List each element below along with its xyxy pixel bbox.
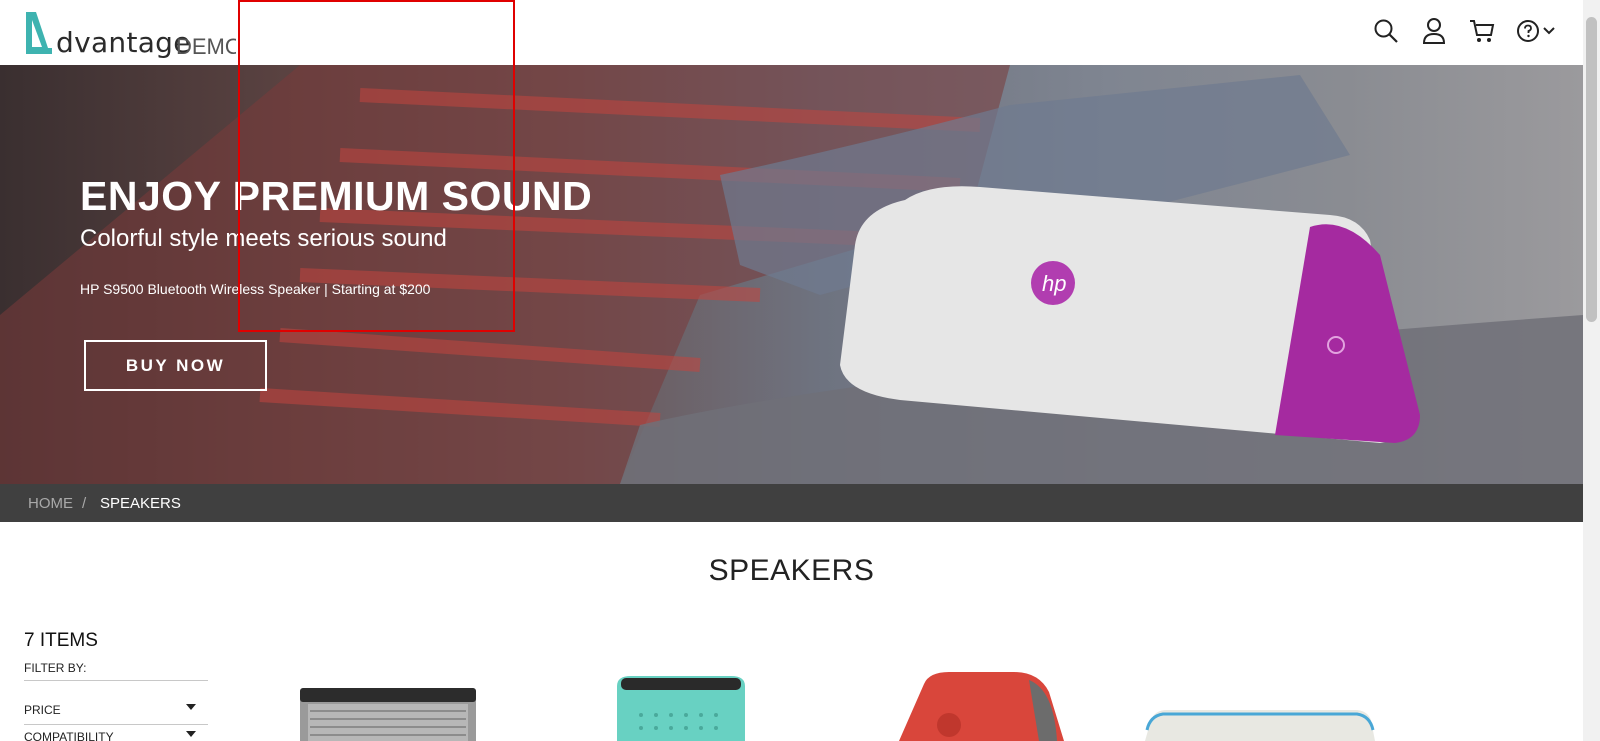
filter-price-label: PRICE	[24, 703, 61, 717]
bose-soundlink-color-speaker-image[interactable]	[611, 670, 751, 741]
logo-mark-icon	[26, 12, 52, 54]
hero-subtitle: Colorful style meets serious sound	[80, 225, 447, 252]
user-icon[interactable]	[1420, 16, 1448, 46]
page-title: SPEAKERS	[708, 554, 875, 587]
filter-price[interactable]: PRICE	[24, 701, 208, 725]
breadcrumb-home[interactable]: HOME	[28, 495, 73, 512]
chevron-down-icon[interactable]	[1543, 27, 1555, 35]
breadcrumb: HOME / SPEAKERS	[0, 484, 1583, 522]
vertical-scrollbar[interactable]	[1583, 0, 1600, 741]
filter-divider	[24, 680, 208, 681]
hero-banner: hp ENJOY PREMIUM SOUND Colorful style me…	[0, 65, 1583, 484]
filter-by-label: FILTER BY:	[24, 661, 87, 675]
breadcrumb-separator: /	[82, 495, 87, 512]
filter-compatibility-label: COMPATIBILITY	[24, 730, 114, 741]
caret-down-icon	[186, 731, 196, 737]
cart-icon[interactable]	[1468, 16, 1496, 46]
hero-title: ENJOY PREMIUM SOUND	[80, 173, 593, 219]
buy-now-button[interactable]: BUY NOW	[84, 340, 267, 391]
logo-text: dvantage	[56, 26, 191, 59]
header-icons	[1372, 16, 1555, 46]
hp-roar-red-speaker-image[interactable]	[879, 670, 1064, 741]
bose-soundlink-speaker-image[interactable]	[298, 670, 478, 741]
white-speaker-image[interactable]	[1145, 670, 1375, 741]
help-menu[interactable]	[1516, 19, 1555, 43]
hero-speaker-image: hp	[0, 65, 1583, 484]
search-icon[interactable]	[1372, 16, 1400, 46]
breadcrumb-current: SPEAKERS	[100, 495, 181, 512]
help-icon[interactable]	[1516, 19, 1540, 43]
caret-down-icon	[186, 704, 196, 710]
scrollbar-thumb[interactable]	[1586, 17, 1597, 322]
filter-compatibility[interactable]: COMPATIBILITY	[24, 728, 208, 741]
svg-text:hp: hp	[1042, 271, 1066, 296]
hero-description: HP S9500 Bluetooth Wireless Speaker | St…	[80, 281, 431, 297]
logo-subtext: DEMO	[176, 34, 236, 59]
items-count: 7 ITEMS	[24, 630, 98, 651]
site-header: dvantage DEMO	[0, 0, 1583, 65]
